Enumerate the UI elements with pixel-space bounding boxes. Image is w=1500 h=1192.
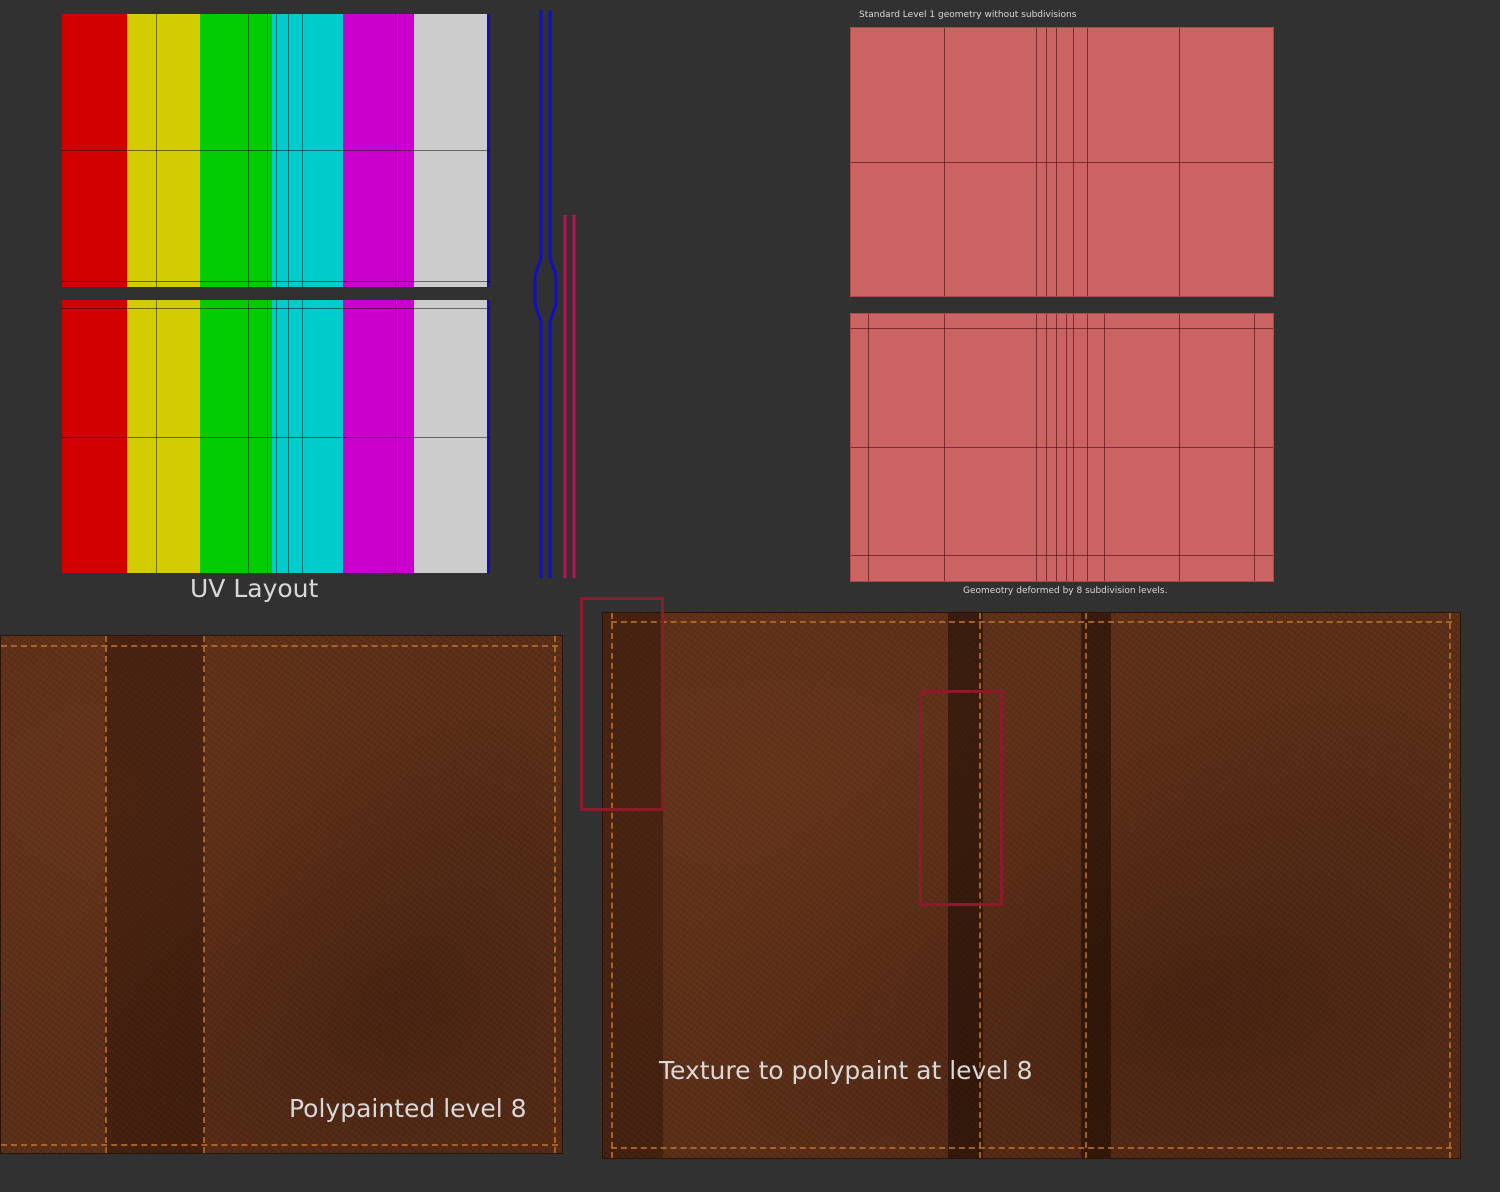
highlight-box-left	[580, 597, 664, 811]
uv-spine-strips	[533, 10, 576, 578]
level1-caption: Standard Level 1 geometry without subdiv…	[859, 10, 1077, 20]
uv-layout-caption: UV Layout	[190, 574, 319, 603]
highlight-box-center	[919, 690, 1003, 906]
uv-panel-bottom	[62, 300, 490, 573]
geometry-level1-top	[850, 27, 1274, 297]
uv-panel-top	[62, 14, 490, 287]
polypainted-caption: Polypainted level 8	[289, 1094, 527, 1123]
deformed-caption: Geomeotry deformed by 8 subdivision leve…	[963, 586, 1168, 596]
geometry-level1-bottom	[850, 313, 1274, 582]
texture-caption: Texture to polypaint at level 8	[659, 1056, 1033, 1085]
polypainted-leather	[0, 635, 563, 1154]
